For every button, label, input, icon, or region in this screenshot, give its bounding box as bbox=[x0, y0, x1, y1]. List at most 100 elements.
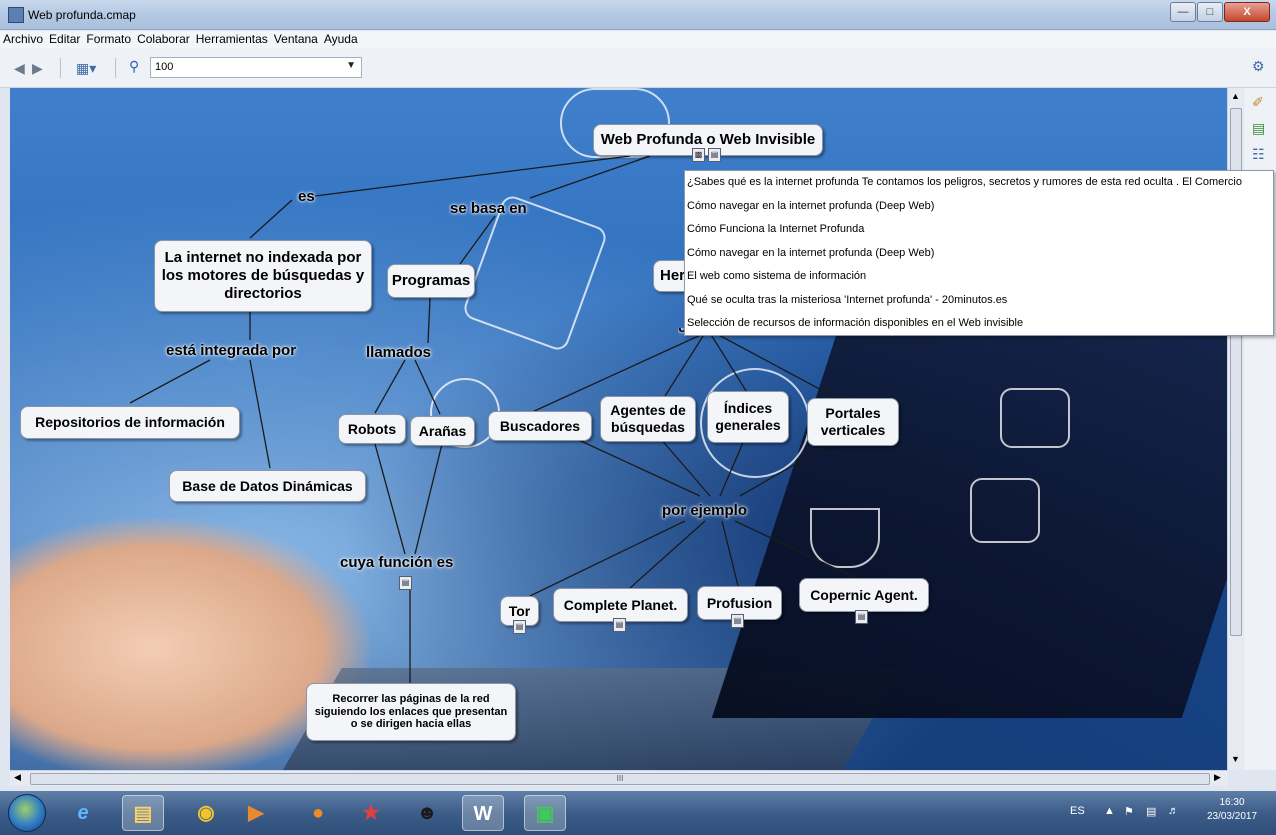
concept-indices[interactable]: Índices generales bbox=[707, 391, 789, 443]
phrase-se-basa-en[interactable]: se basa en bbox=[450, 200, 527, 217]
link-buscadores-ejemplo bbox=[569, 435, 701, 497]
horizontal-scroll-thumb[interactable]: III bbox=[30, 773, 1210, 785]
resource-item[interactable]: Cómo navegar en la internet profunda (De… bbox=[685, 195, 1273, 219]
link-root-es bbox=[314, 155, 631, 197]
menu-archivo[interactable]: Archivo bbox=[0, 31, 46, 46]
menu-bar: Archivo Editar Formato Colaborar Herramienta… bbox=[0, 31, 1276, 48]
window-title: Web profunda.cmap bbox=[28, 8, 136, 22]
notes-tool-icon[interactable]: ▤ bbox=[1252, 120, 1265, 137]
concept-repositorios[interactable]: Repositorios de información bbox=[20, 406, 240, 439]
chevron-down-icon[interactable]: ▼ bbox=[346, 60, 356, 71]
resource-list-icon[interactable]: ▤ bbox=[513, 620, 526, 634]
menu-ventana[interactable]: Ventana bbox=[271, 31, 321, 46]
tray-expand-icon[interactable]: ▲ bbox=[1104, 805, 1115, 817]
link-indices-ejemplo bbox=[719, 437, 746, 497]
chrome-icon[interactable]: ◉ bbox=[185, 795, 227, 831]
zoom-select[interactable]: 100 ▼ bbox=[150, 57, 362, 78]
cmap-window: Web profunda.cmap — □ X Archivo Editar For… bbox=[0, 0, 1276, 835]
horizontal-scrollbar[interactable]: ◀ III ▶ bbox=[10, 770, 1228, 786]
users-tool-icon[interactable]: ☷ bbox=[1252, 146, 1265, 163]
collaborate-icon[interactable]: ⚙ bbox=[1252, 58, 1265, 75]
concept-aranas[interactable]: Arañas bbox=[410, 416, 475, 446]
phrase-cuya-funcion[interactable]: cuya función es bbox=[340, 554, 453, 571]
menu-herramientas[interactable]: Herramientas bbox=[193, 31, 271, 46]
close-button[interactable]: X bbox=[1224, 2, 1270, 22]
scroll-down-icon[interactable]: ▼ bbox=[1231, 754, 1240, 764]
file-explorer-icon[interactable]: ▤ bbox=[122, 795, 164, 831]
link-portales-ejemplo bbox=[739, 443, 831, 497]
internet-explorer-icon[interactable]: e bbox=[62, 795, 104, 831]
link-llamados-robots bbox=[374, 359, 406, 414]
concept-recorrer[interactable]: Recorrer las páginas de la red siguiendo… bbox=[306, 683, 516, 741]
concept-agentes[interactable]: Agentes de búsquedas bbox=[600, 396, 696, 442]
resource-list-icon[interactable]: ▤ bbox=[855, 610, 868, 624]
resource-popup-menu: ¿Sabes qué es la internet profunda Te co… bbox=[684, 170, 1274, 336]
taskbar-clock[interactable]: 16:30 23/03/2017 bbox=[1206, 796, 1258, 824]
link-ejemplo-copernic bbox=[734, 520, 861, 581]
resource-list-icon[interactable]: ▤ bbox=[708, 148, 721, 162]
phrase-es[interactable]: es bbox=[298, 188, 315, 205]
phrase-llamados[interactable]: llamados bbox=[366, 344, 431, 361]
language-indicator[interactable]: ES bbox=[1070, 805, 1085, 817]
resource-item[interactable]: El web como sistema de información bbox=[685, 265, 1273, 289]
concept-base-datos[interactable]: Base de Datos Dinámicas bbox=[169, 470, 366, 502]
concept-copernic[interactable]: Copernic Agent. bbox=[799, 578, 929, 612]
forward-arrow-icon[interactable]: ▶ bbox=[32, 60, 43, 77]
resource-list-icon[interactable]: ▤ bbox=[399, 576, 412, 590]
resource-item[interactable]: Cómo navegar en la internet profunda (De… bbox=[685, 242, 1273, 266]
link-programas-llamados bbox=[427, 297, 431, 344]
network-icon[interactable]: ▤ bbox=[1146, 805, 1156, 818]
link-ejemplo-profusion bbox=[721, 520, 739, 587]
resource-list-icon[interactable]: ▤ bbox=[731, 614, 744, 628]
view-options-icon[interactable]: ▦▾ bbox=[76, 60, 96, 77]
scroll-up-icon[interactable]: ▲ bbox=[1231, 91, 1240, 101]
back-arrow-icon[interactable]: ◀ bbox=[14, 60, 25, 77]
link-ejemplo-tor bbox=[529, 520, 686, 597]
cmap-tools-icon[interactable]: ☻ bbox=[406, 795, 448, 831]
image-resource-icon[interactable]: ▩ bbox=[692, 148, 705, 162]
firefox-icon[interactable]: ● bbox=[297, 795, 339, 831]
scroll-left-icon[interactable]: ◀ bbox=[14, 772, 21, 783]
resource-item[interactable]: Cómo Funciona la Internet Profunda bbox=[685, 218, 1273, 242]
concept-robots[interactable]: Robots bbox=[338, 414, 406, 444]
phrase-por-ejemplo[interactable]: por ejemplo bbox=[662, 502, 747, 519]
resource-item[interactable]: ¿Sabes qué es la internet profunda Te co… bbox=[685, 171, 1273, 195]
phrase-integrada-por[interactable]: está integrada por bbox=[166, 342, 296, 359]
link-ejemplo-complete bbox=[629, 520, 706, 589]
resource-item[interactable]: Qué se oculta tras la misteriosa 'Intern… bbox=[685, 289, 1273, 313]
menu-colaborar[interactable]: Colaborar bbox=[134, 31, 193, 46]
concept-buscadores[interactable]: Buscadores bbox=[488, 411, 592, 441]
windows-taskbar: e ▤ ◉ ▶ ● ★ ☻ W ▣ ES ▲ ⚑ ▤ ♬ 16:30 23/03… bbox=[0, 791, 1276, 835]
cmap-app-icon bbox=[8, 7, 24, 23]
word-icon[interactable]: W bbox=[462, 795, 504, 831]
scroll-right-icon[interactable]: ▶ bbox=[1214, 772, 1221, 783]
concept-portales[interactable]: Portales verticales bbox=[807, 398, 899, 446]
minimize-button[interactable]: — bbox=[1170, 2, 1196, 22]
action-center-icon[interactable]: ⚑ bbox=[1124, 805, 1134, 818]
start-button[interactable] bbox=[8, 794, 46, 832]
concept-no-indexada[interactable]: La internet no indexada por los motores … bbox=[154, 240, 372, 312]
concept-programas[interactable]: Programas bbox=[387, 264, 475, 298]
link-como-portales bbox=[714, 332, 841, 401]
link-agentes-ejemplo bbox=[659, 437, 711, 497]
cuba-browser-icon[interactable]: ★ bbox=[350, 795, 392, 831]
link-llamados-aranas bbox=[414, 359, 441, 415]
zoom-icon: ⚲ bbox=[129, 58, 140, 74]
resource-item[interactable]: Selección de recursos de información dis… bbox=[685, 312, 1273, 336]
menu-ayuda[interactable]: Ayuda bbox=[321, 31, 361, 46]
title-bar: Web profunda.cmap — □ X bbox=[0, 0, 1276, 30]
green-app-icon[interactable]: ▣ bbox=[524, 795, 566, 831]
maximize-button[interactable]: □ bbox=[1197, 2, 1223, 22]
clock-time: 16:30 bbox=[1219, 797, 1245, 808]
link-como-indices bbox=[709, 332, 749, 395]
style-tool-icon[interactable]: ✐ bbox=[1252, 94, 1264, 111]
menu-editar[interactable]: Editar bbox=[46, 31, 83, 46]
menu-formato[interactable]: Formato bbox=[83, 31, 134, 46]
concept-complete-planet[interactable]: Complete Planet. bbox=[553, 588, 688, 622]
link-es-concept bbox=[249, 199, 293, 239]
media-player-icon[interactable]: ▶ bbox=[235, 795, 277, 831]
toolbar: ◀ ▶ ▦▾ ⚲ 100 ▼ ⚙ bbox=[0, 48, 1276, 88]
link-integrada-base bbox=[249, 359, 271, 469]
resource-list-icon[interactable]: ▤ bbox=[613, 618, 626, 632]
volume-icon[interactable]: ♬ bbox=[1168, 805, 1179, 817]
